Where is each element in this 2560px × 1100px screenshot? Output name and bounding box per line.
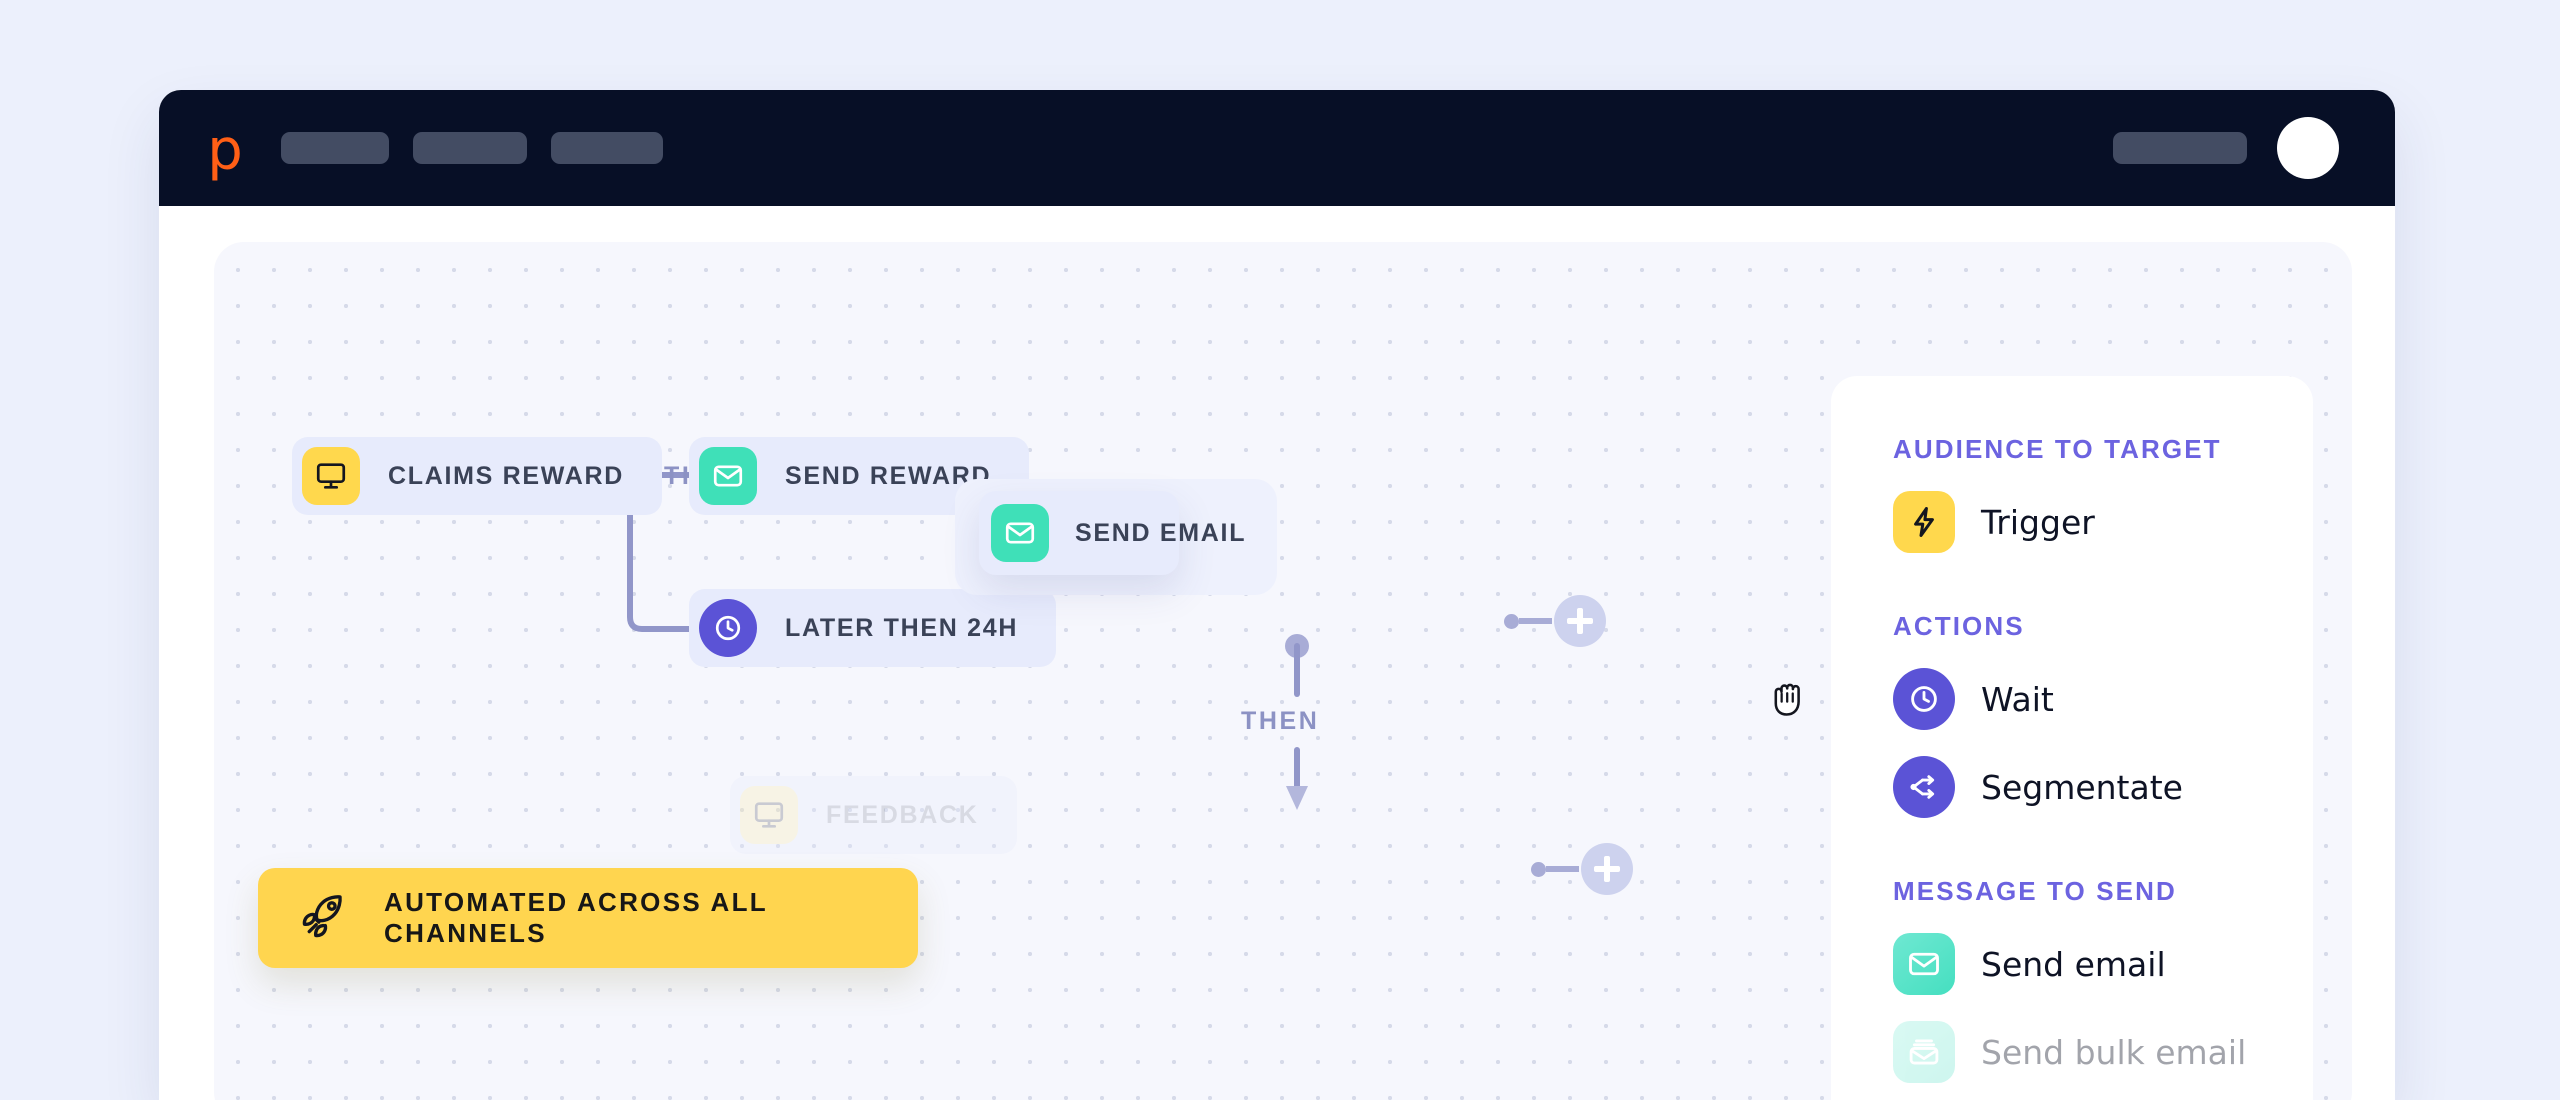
- panel-item-label: Segmentate: [1981, 767, 2183, 807]
- add-step-button[interactable]: [1581, 843, 1633, 895]
- automated-badge: AUTOMATED ACROSS ALL CHANNELS: [258, 868, 918, 968]
- nav-item-placeholder-1[interactable]: [281, 132, 389, 164]
- app-window: p THEN CLAIMS REWARD SEND REWARD LATER T…: [159, 90, 2395, 1100]
- monitor-icon: [302, 447, 360, 505]
- branch-icon: [1893, 756, 1955, 818]
- flow-node-label: FEEDBACK: [826, 800, 979, 829]
- panel-item-send-email[interactable]: Send email: [1893, 933, 2313, 995]
- clock-icon: [1893, 668, 1955, 730]
- panel-item-label: Wait: [1981, 679, 2054, 719]
- envelope-icon: [991, 504, 1049, 562]
- envelope-icon: [1893, 933, 1955, 995]
- panel-section-heading-actions: ACTIONS: [1893, 611, 2025, 641]
- dragged-card-label: SEND EMAIL: [1075, 518, 1247, 547]
- add-step-button[interactable]: [1554, 595, 1606, 647]
- flow-node-feedback[interactable]: FEEDBACK: [730, 776, 1017, 854]
- nav-item-placeholder-2[interactable]: [413, 132, 527, 164]
- panel-item-label: Trigger: [1981, 502, 2095, 542]
- add-step-after-later-then-24h[interactable]: [1531, 843, 1633, 895]
- panel-item-label: Send bulk email: [1981, 1032, 2247, 1072]
- envelope-icon: [699, 447, 757, 505]
- flow-node-claims-reward[interactable]: CLAIMS REWARD: [292, 437, 662, 515]
- envelope-stack-icon: [1893, 1021, 1955, 1083]
- flow-node-label: LATER THEN 24H: [785, 613, 1019, 642]
- connector-dot: [1531, 861, 1546, 877]
- connector-bar: [1546, 866, 1579, 872]
- flow-node-later-then-24h[interactable]: LATER THEN 24H: [689, 589, 1057, 667]
- panel-section-heading-audience: AUDIENCE TO TARGET: [1893, 434, 2222, 464]
- flow-node-label: CLAIMS REWARD: [388, 461, 624, 490]
- user-avatar[interactable]: [2277, 117, 2339, 179]
- panel-item-label: Send email: [1981, 944, 2166, 984]
- nav-action-placeholder[interactable]: [2113, 132, 2247, 164]
- lightning-bolt-icon: [1893, 491, 1955, 553]
- brand-logo-p-icon[interactable]: p: [197, 123, 253, 179]
- panel-item-segmentate[interactable]: Segmentate: [1893, 756, 2313, 818]
- node-library-panel[interactable]: AUDIENCE TO TARGET Trigger ACTIONS Wait …: [1831, 376, 2313, 1100]
- connector-bar: [1519, 618, 1552, 624]
- top-navbar: p: [159, 90, 2395, 206]
- connector-label-then-vertical: THEN: [1241, 707, 1320, 735]
- connector-dot: [1504, 613, 1519, 629]
- rocket-icon: [298, 890, 350, 947]
- monitor-icon: [740, 786, 798, 844]
- panel-section-heading-message: MESSAGE TO SEND: [1893, 876, 2177, 906]
- panel-item-trigger[interactable]: Trigger: [1893, 491, 2313, 553]
- clock-icon: [699, 599, 757, 657]
- panel-item-wait[interactable]: Wait: [1893, 668, 2313, 730]
- panel-item-send-bulk-email[interactable]: Send bulk email: [1893, 1021, 2313, 1083]
- add-step-after-send-reward[interactable]: [1504, 595, 1606, 647]
- nav-item-placeholder-3[interactable]: [551, 132, 663, 164]
- dragged-card-send-email[interactable]: SEND EMAIL: [979, 491, 1244, 575]
- automated-badge-label: AUTOMATED ACROSS ALL CHANNELS: [384, 887, 768, 948]
